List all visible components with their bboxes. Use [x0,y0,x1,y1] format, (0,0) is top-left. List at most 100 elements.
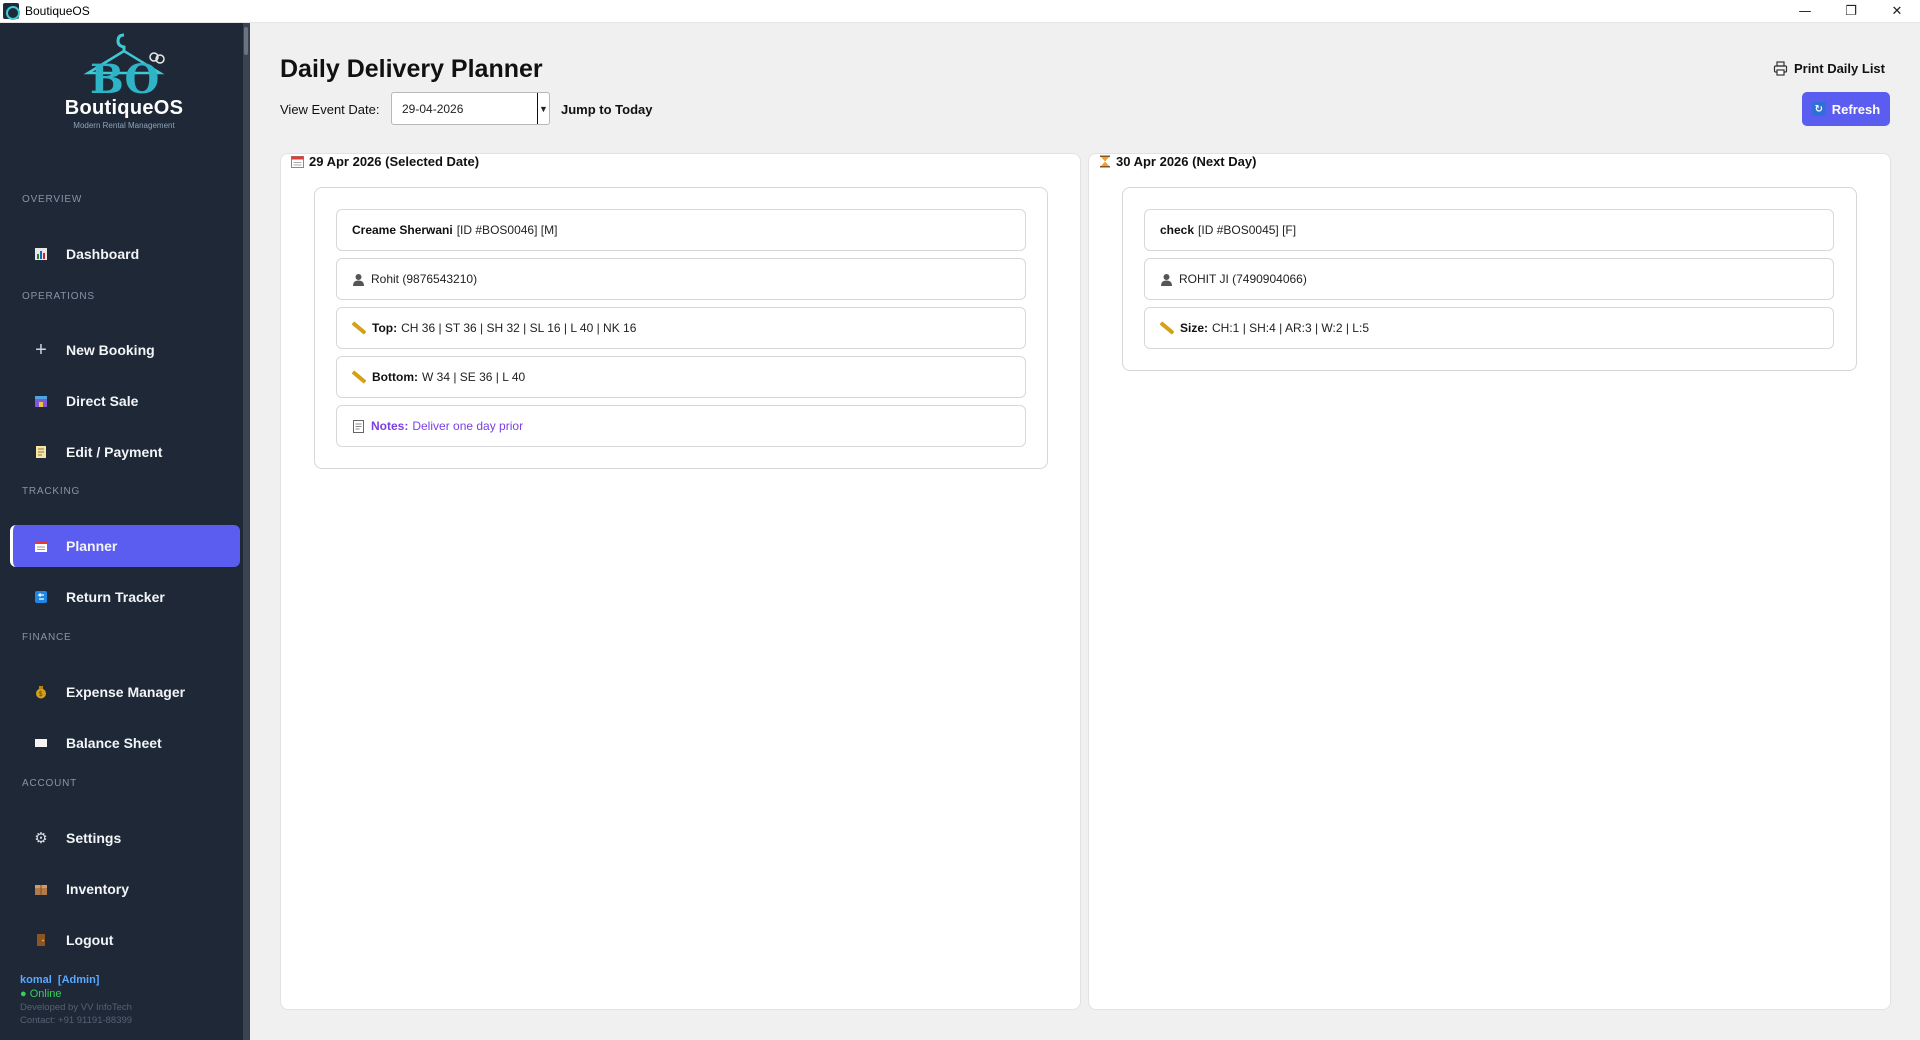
return-icon [32,588,50,606]
nav-direct-sale[interactable]: Direct Sale [10,380,240,422]
person-icon [1160,273,1173,286]
size-measurements: CH:1 | SH:4 | AR:3 | W:2 | L:5 [1212,321,1369,335]
svg-text:BO: BO [90,56,159,97]
printer-icon [1773,61,1788,76]
app-logo-icon [3,3,20,20]
current-user: komal [Admin] [20,973,132,987]
nav-settings-label: Settings [66,830,122,846]
brand-tagline: Modern Rental Management [73,121,175,130]
event-date-picker[interactable]: 29-04-2026 ▼ [391,92,550,125]
nav-inventory[interactable]: Inventory [10,868,240,910]
restore-button[interactable]: ❐ [1828,0,1874,23]
notes-text: Deliver one day prior [412,419,524,433]
money-bag-icon: $ [32,683,50,701]
shop-icon [32,392,50,410]
nav-planner-label: Planner [66,538,118,554]
chevron-down-icon[interactable]: ▼ [537,93,549,124]
item-row: Creame Sherwani [ID #BOS0046] [M] [336,209,1026,251]
customer-row: ROHIT JI (7490904066) [1144,258,1834,300]
section-account: ACCOUNT [22,778,78,789]
window-titlebar: BoutiqueOS — ❐ ✕ [0,0,1920,23]
developer-credit: Developed by VV InfoTech [20,1002,132,1013]
item-name: check [1160,223,1195,237]
sidebar-scrollbar[interactable] [243,23,250,1040]
memo-icon [32,443,50,461]
online-status: ● Online [20,988,62,1000]
nav-planner[interactable]: Planner [10,525,240,567]
nav-inventory-label: Inventory [66,881,130,897]
section-tracking: TRACKING [22,486,81,497]
nav-dashboard-label: Dashboard [66,246,140,262]
selected-date-header: 29 Apr 2026 (Selected Date) [291,154,479,169]
minimize-button[interactable]: — [1782,0,1828,23]
bottom-measurements-row: Bottom: W 34 | SE 36 | L 40 [336,356,1026,398]
scrollbar-thumb[interactable] [244,27,248,55]
refresh-button[interactable]: ↻ Refresh [1802,92,1890,126]
jump-to-today-link[interactable]: Jump to Today [561,102,652,117]
user-role: [Admin] [57,974,100,986]
user-info: komal [Admin] ● Online Developed by VV I… [20,973,132,1027]
selected-date-panel: 29 Apr 2026 (Selected Date) Creame Sherw… [280,153,1081,1010]
ruler-icon [352,321,366,335]
nav-expense-manager-label: Expense Manager [66,684,186,700]
notes-label: Notes: [371,419,409,433]
nav-logout[interactable]: Logout [10,919,240,961]
next-day-title: 30 Apr 2026 (Next Day) [1116,154,1257,169]
top-measurements-row: Top: CH 36 | ST 36 | SH 32 | SL 16 | L 4… [336,307,1026,349]
nav-logout-label: Logout [66,932,114,948]
calendar-icon [32,537,50,555]
section-overview: OVERVIEW [22,194,83,205]
brand-name: BoutiqueOS [64,97,184,119]
top-label: Top: [372,321,398,335]
print-daily-list-button[interactable]: Print Daily List [1773,61,1885,76]
selected-date-title: 29 Apr 2026 (Selected Date) [309,154,480,169]
nav-return-tracker[interactable]: Return Tracker [10,576,240,618]
plus-icon: + [35,338,47,361]
nav-new-booking-label: New Booking [66,342,155,358]
close-button[interactable]: ✕ [1874,0,1920,23]
gear-icon: ⚙ [34,830,48,847]
user-name: komal [20,974,52,986]
hourglass-icon [1099,155,1111,168]
delivery-card: check [ID #BOS0045] [F] ROHIT JI (749090… [1122,187,1857,371]
refresh-label: Refresh [1831,101,1881,117]
notes-row: Notes: Deliver one day prior [336,405,1026,447]
customer-row: Rohit (9876543210) [336,258,1026,300]
window-title: BoutiqueOS [25,4,90,18]
brand-logo: BO BoutiqueOS Modern Rental Management [56,29,192,159]
calendar-icon [291,155,304,168]
ruler-icon [1160,321,1174,335]
print-daily-list-label: Print Daily List [1793,61,1885,76]
bottom-label: Bottom: [372,370,418,384]
size-label: Size: [1180,321,1209,335]
refresh-icon: ↻ [1811,102,1826,116]
box-icon [32,880,50,898]
chart-icon [32,245,50,263]
nav-balance-sheet[interactable]: Balance Sheet [10,722,240,764]
nav-dashboard[interactable]: Dashboard [10,233,240,275]
ruler-icon [352,370,366,384]
hanger-logo-icon: BO [83,33,165,97]
next-day-header: 30 Apr 2026 (Next Day) [1099,154,1256,169]
svg-text:$: $ [39,690,43,698]
nav-edit-payment[interactable]: Edit / Payment [10,431,240,473]
item-id: [ID #BOS0046] [M] [456,223,558,237]
next-day-panel: 30 Apr 2026 (Next Day) check [ID #BOS004… [1088,153,1891,1010]
page-title: Daily Delivery Planner [280,55,543,83]
nav-settings[interactable]: ⚙ Settings [10,817,240,859]
developer-contact: Contact: +91 91191-88399 [20,1015,133,1026]
person-icon [352,273,365,286]
customer-info: ROHIT JI (7490904066) [1179,272,1307,286]
nav-new-booking[interactable]: + New Booking [10,329,240,371]
memo-icon [352,419,365,433]
nav-balance-sheet-label: Balance Sheet [66,735,162,751]
bottom-measurements: W 34 | SE 36 | L 40 [421,370,526,384]
section-finance: FINANCE [22,632,72,643]
customer-info: Rohit (9876543210) [371,272,478,286]
nav-expense-manager[interactable]: $ Expense Manager [10,671,240,713]
delivery-card: Creame Sherwani [ID #BOS0046] [M] Rohit … [314,187,1048,469]
window-controls: — ❐ ✕ [1782,0,1920,23]
date-label: View Event Date: [280,102,380,117]
main-content: Daily Delivery Planner View Event Date: … [250,23,1920,1040]
item-id: [ID #BOS0045] [F] [1198,223,1297,237]
